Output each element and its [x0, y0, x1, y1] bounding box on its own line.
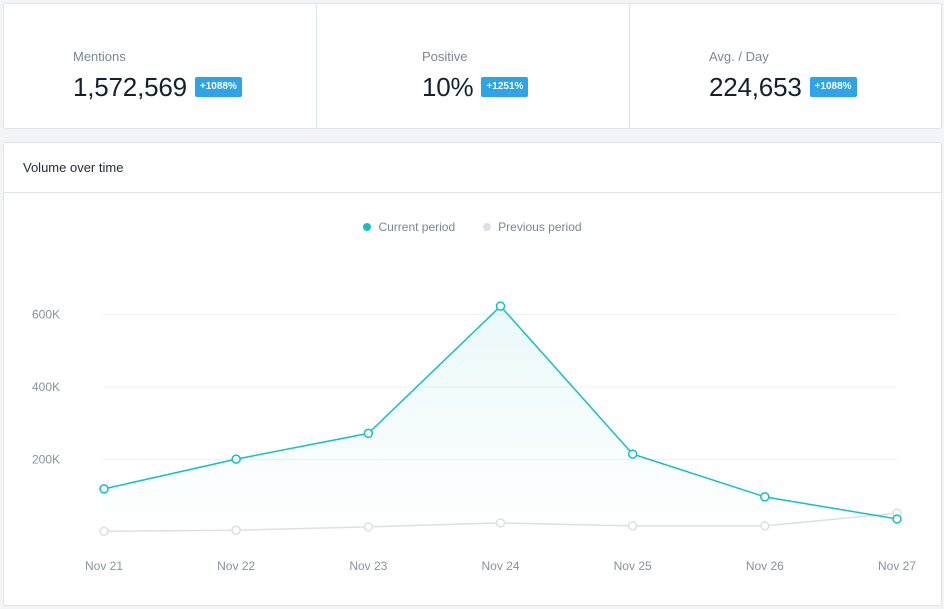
- x-tick-label: Nov 26: [746, 559, 784, 573]
- stat-mentions: Mentions 1,572,569 +1088%: [4, 4, 316, 128]
- x-tick-label: Nov 25: [614, 559, 652, 573]
- x-tick-label: Nov 24: [481, 559, 519, 573]
- volume-panel: Volume over time Current period Previous…: [3, 142, 942, 606]
- y-tick-label: 600K: [32, 308, 60, 322]
- stat-value: 10%: [422, 72, 474, 102]
- change-badge: +1088%: [809, 77, 857, 97]
- x-tick-label: Nov 23: [349, 559, 387, 573]
- y-tick-label: 200K: [32, 453, 60, 467]
- data-point-current[interactable]: [892, 514, 902, 524]
- data-point-current[interactable]: [363, 428, 374, 439]
- data-point-current[interactable]: [760, 492, 770, 502]
- x-tick-label: Nov 22: [217, 559, 255, 573]
- series-area-current: [104, 306, 897, 532]
- x-tick-label: Nov 27: [878, 559, 916, 573]
- data-point-current[interactable]: [627, 449, 638, 459]
- stat-label: Positive: [422, 49, 468, 64]
- data-point-current[interactable]: [231, 454, 241, 464]
- line-chart: 200K 400K 600K Nov 21 Nov 22 Nov 23 Nov 24 Nov…: [32, 301, 916, 573]
- change-badge: +1088%: [194, 77, 242, 97]
- stat-value: 224,653: [709, 72, 802, 102]
- stat-label: Mentions: [73, 49, 126, 64]
- stat-label: Avg. / Day: [709, 49, 769, 64]
- stat-positive: Positive 10% +1251%: [316, 4, 629, 128]
- y-tick-label: 400K: [32, 380, 60, 394]
- data-point-current[interactable]: [495, 301, 506, 311]
- x-tick-label: Nov 21: [85, 559, 123, 573]
- change-badge: +1251%: [481, 77, 529, 97]
- stat-avg-day: Avg. / Day 224,653 +1088%: [629, 4, 941, 128]
- stat-value: 1,572,569: [73, 72, 187, 102]
- stats-bar: Mentions 1,572,569 +1088% Positive 10% +…: [3, 3, 942, 129]
- data-point-current[interactable]: [99, 484, 109, 494]
